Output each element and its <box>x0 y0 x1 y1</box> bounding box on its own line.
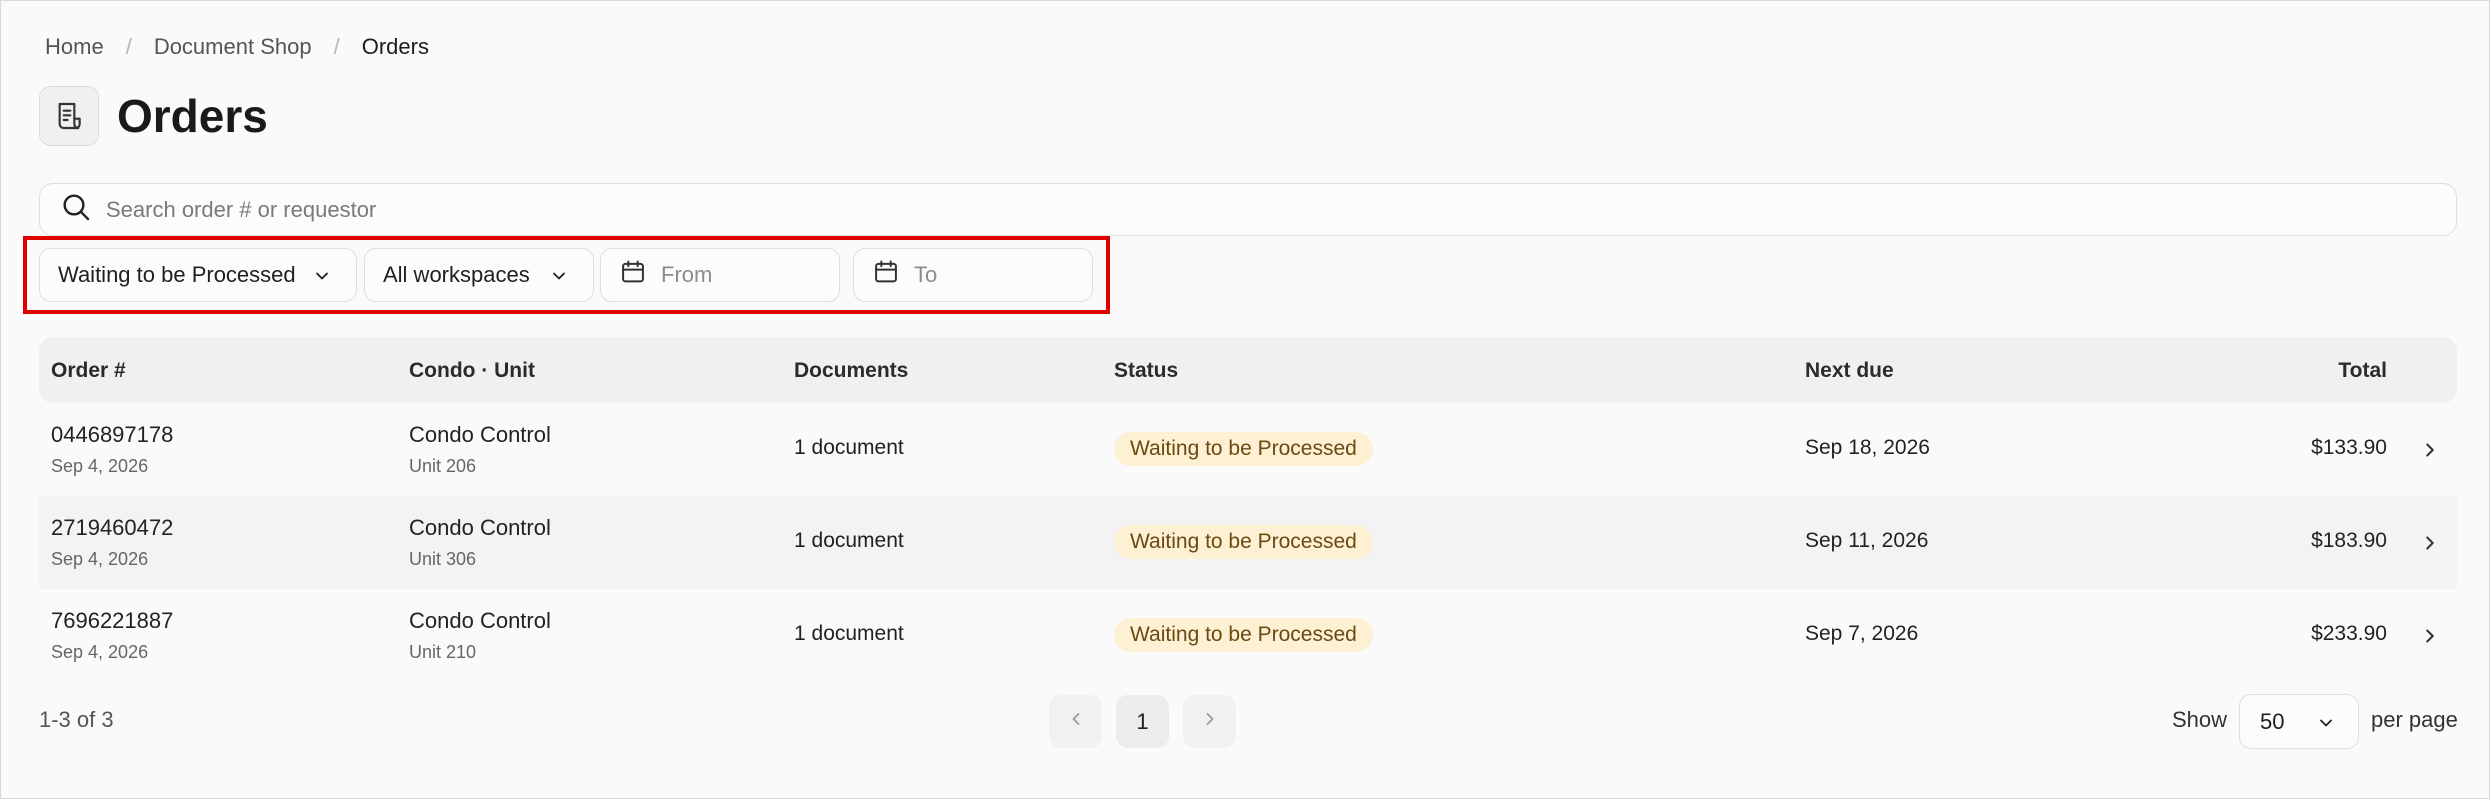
status-badge: Waiting to be Processed <box>1114 432 1373 466</box>
receipt-icon <box>39 86 99 146</box>
search-input[interactable] <box>106 196 2306 223</box>
breadcrumb-document-shop-link[interactable]: Document Shop <box>154 34 312 60</box>
column-header-status[interactable]: Status <box>1114 359 1178 383</box>
chevron-right-icon[interactable] <box>2419 625 2441 653</box>
unit-number: Unit 210 <box>409 642 477 662</box>
to-date-placeholder: To <box>914 262 938 287</box>
from-date-placeholder: From <box>661 262 713 287</box>
table-row[interactable]: 7696221887 Sep 4, 2026 Condo Control Uni… <box>39 589 2457 682</box>
chevron-down-icon <box>549 266 569 292</box>
chevron-right-icon <box>1200 709 1220 734</box>
breadcrumb-current: Orders <box>361 34 429 59</box>
workspace-filter-dropdown[interactable]: All workspaces <box>364 248 594 302</box>
column-header-condo-unit[interactable]: Condo · Unit <box>409 359 535 383</box>
unit-number: Unit 206 <box>409 456 477 476</box>
status-filter-dropdown[interactable]: Waiting to be Processed <box>39 248 357 302</box>
column-header-total[interactable]: Total <box>2338 359 2387 383</box>
workspace-filter-value: All workspaces <box>383 262 530 287</box>
chevron-down-icon <box>2316 713 2336 739</box>
next-due-date: Sep 18, 2026 <box>1805 436 1930 459</box>
next-due-date: Sep 11, 2026 <box>1805 529 1929 552</box>
breadcrumb-home-link[interactable]: Home <box>45 34 104 60</box>
unit-number: Unit 306 <box>409 549 477 569</box>
status-badge: Waiting to be Processed <box>1114 618 1373 652</box>
status-filter-value: Waiting to be Processed <box>58 262 296 287</box>
from-date-picker[interactable]: From <box>600 248 840 302</box>
table-row[interactable]: 2719460472 Sep 4, 2026 Condo Control Uni… <box>39 496 2457 589</box>
condo-name: Condo Control <box>409 608 551 633</box>
breadcrumb-separator: / <box>125 34 132 59</box>
search-icon <box>60 191 92 228</box>
document-count: 1 document <box>794 529 904 552</box>
breadcrumb-separator: / <box>333 34 340 59</box>
next-page-button[interactable] <box>1183 695 1236 748</box>
table-header: Order # Condo · Unit Documents Status Ne… <box>39 337 2457 403</box>
per-page-value: 50 <box>2260 708 2285 734</box>
column-header-order[interactable]: Order # <box>51 359 126 383</box>
order-total: $133.90 <box>2311 436 2387 459</box>
previous-page-button[interactable] <box>1049 695 1102 748</box>
order-number: 0446897178 <box>51 422 174 447</box>
order-total: $183.90 <box>2311 529 2387 552</box>
order-number: 7696221887 <box>51 608 174 633</box>
order-date: Sep 4, 2026 <box>51 642 149 662</box>
chevron-right-icon[interactable] <box>2419 439 2441 467</box>
chevron-down-icon <box>312 266 332 292</box>
order-date: Sep 4, 2026 <box>51 549 149 569</box>
page-title: Orders <box>117 90 268 142</box>
order-total: $233.90 <box>2311 622 2387 645</box>
page-1-button[interactable]: 1 <box>1116 695 1169 748</box>
condo-name: Condo Control <box>409 515 551 540</box>
search-bar[interactable] <box>39 183 2457 236</box>
to-date-picker[interactable]: To <box>853 248 1093 302</box>
per-page-label: per page <box>2371 707 2458 732</box>
order-date: Sep 4, 2026 <box>51 456 149 476</box>
document-count: 1 document <box>794 436 904 459</box>
breadcrumb: Home / Document Shop / Orders <box>45 31 429 63</box>
results-range: 1-3 of 3 <box>39 707 114 732</box>
status-badge: Waiting to be Processed <box>1114 525 1373 559</box>
show-label: Show <box>2172 707 2228 732</box>
calendar-icon <box>872 258 900 292</box>
orders-table: Order # Condo · Unit Documents Status Ne… <box>39 337 2457 682</box>
chevron-left-icon <box>1066 709 1086 734</box>
condo-name: Condo Control <box>409 422 551 447</box>
next-due-date: Sep 7, 2026 <box>1805 622 1919 645</box>
table-row[interactable]: 0446897178 Sep 4, 2026 Condo Control Uni… <box>39 403 2457 496</box>
document-count: 1 document <box>794 622 904 645</box>
chevron-right-icon[interactable] <box>2419 532 2441 560</box>
order-number: 2719460472 <box>51 515 174 540</box>
column-header-documents[interactable]: Documents <box>794 359 908 383</box>
per-page-select[interactable]: 50 <box>2239 694 2359 749</box>
column-header-next-due[interactable]: Next due <box>1805 359 1894 383</box>
calendar-icon <box>619 258 647 292</box>
